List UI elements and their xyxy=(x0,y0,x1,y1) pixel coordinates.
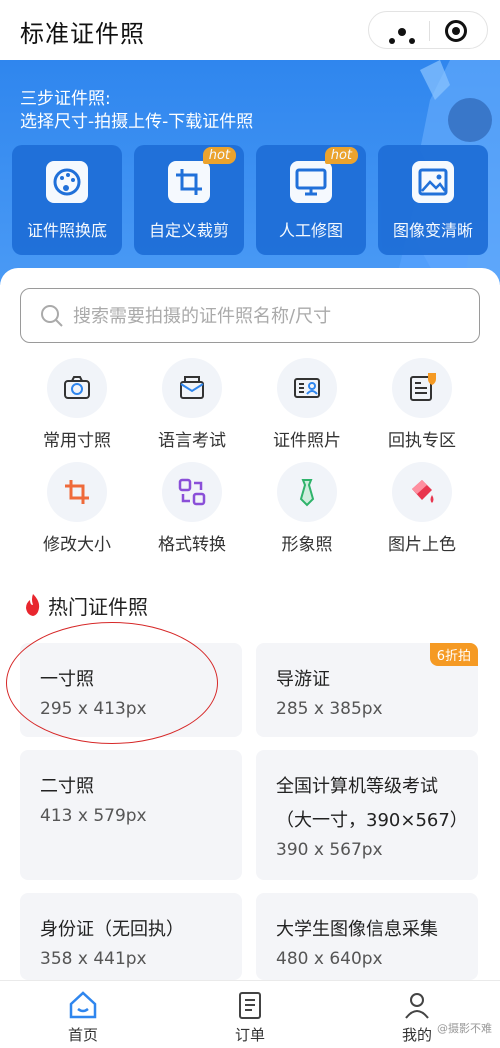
category-label: 语言考试 xyxy=(158,431,226,451)
convert-icon xyxy=(162,462,222,522)
crop-icon xyxy=(47,462,107,522)
category-label: 回执专区 xyxy=(388,431,456,451)
top-bar: 标准证件照 xyxy=(0,0,500,60)
banner-steps-desc: 选择尺寸-拍摄上传-下载证件照 xyxy=(20,112,254,132)
camera-icon xyxy=(47,358,107,418)
photo-type-name: 二寸照 xyxy=(40,776,94,797)
watermark: @摄影不难 xyxy=(437,1022,492,1035)
image-icon xyxy=(412,161,454,203)
monitor-icon xyxy=(290,161,332,203)
hot-section-title: 热门证件照 xyxy=(22,591,148,620)
hero-banner: 三步证件照: 选择尺寸-拍摄上传-下载证件照 证件照换底 hot 自定义裁剪 h… xyxy=(0,60,500,285)
discount-badge: 6折拍 xyxy=(429,643,478,666)
photo-type-name: 身份证（无回执） xyxy=(40,919,184,940)
receipt-icon xyxy=(392,358,452,418)
mini-program-capsule xyxy=(368,11,488,49)
photo-type-card[interactable]: 二寸照 413 x 579px xyxy=(20,750,242,880)
feature-image-enhance[interactable]: 图像变清晰 xyxy=(378,145,488,255)
banner-steps-title: 三步证件照: xyxy=(20,89,111,109)
search-box[interactable] xyxy=(20,288,480,343)
category-colorize[interactable]: 图片上色 xyxy=(372,462,472,562)
feature-manual-retouch[interactable]: hot 人工修图 xyxy=(256,145,366,255)
photo-type-card[interactable]: 身份证（无回执） 358 x 441px xyxy=(20,893,242,980)
search-input[interactable] xyxy=(73,302,463,330)
feature-custom-crop[interactable]: hot 自定义裁剪 xyxy=(134,145,244,255)
photo-type-size: 413 x 579px xyxy=(40,806,147,826)
home-icon xyxy=(69,991,97,1019)
flame-icon xyxy=(26,594,40,616)
category-common-size[interactable]: 常用寸照 xyxy=(27,358,127,458)
hot-title-text: 热门证件照 xyxy=(48,595,148,619)
feature-label: 人工修图 xyxy=(278,221,343,240)
photo-type-size: 390 x 567px xyxy=(276,840,383,860)
category-label: 证件照片 xyxy=(273,431,341,451)
photo-type-name: 导游证 xyxy=(276,669,330,690)
tab-label: 首页 xyxy=(67,1026,98,1044)
photo-type-size: 358 x 441px xyxy=(40,949,147,969)
search-icon xyxy=(41,305,63,327)
category-label: 格式转换 xyxy=(158,535,226,555)
id-card-icon xyxy=(277,358,337,418)
category-label: 常用寸照 xyxy=(43,431,111,451)
order-icon xyxy=(239,992,261,1019)
category-label: 修改大小 xyxy=(43,535,111,555)
photo-type-name: 全国计算机等级考试（大一寸，390×567） xyxy=(276,776,468,831)
hot-badge: hot xyxy=(202,147,236,164)
palette-icon xyxy=(46,161,88,203)
tie-icon xyxy=(277,462,337,522)
mail-icon xyxy=(162,358,222,418)
photo-type-name: 大学生图像信息采集 xyxy=(276,919,438,940)
photo-type-size: 285 x 385px xyxy=(276,699,383,719)
photo-type-size: 480 x 640px xyxy=(276,949,383,969)
category-resize[interactable]: 修改大小 xyxy=(27,462,127,562)
bottom-tab-bar: 首页 订单 我的 xyxy=(0,980,500,1048)
category-label: 图片上色 xyxy=(388,535,456,555)
more-icon[interactable] xyxy=(389,28,419,44)
feature-background-change[interactable]: 证件照换底 xyxy=(12,145,122,255)
tab-orders[interactable]: 订单 xyxy=(167,981,333,1048)
feature-label: 自定义裁剪 xyxy=(148,221,229,240)
feature-label: 图像变清晰 xyxy=(392,221,473,240)
highlight-circle-annotation xyxy=(6,622,218,744)
category-label: 形象照 xyxy=(281,535,333,555)
photo-type-card[interactable]: 大学生图像信息采集 480 x 640px xyxy=(256,893,478,980)
hot-badge: hot xyxy=(324,147,358,164)
category-portrait[interactable]: 形象照 xyxy=(257,462,357,562)
category-receipt[interactable]: 回执专区 xyxy=(372,358,472,458)
tab-mine[interactable]: 我的 xyxy=(334,981,500,1048)
photo-type-card[interactable]: 全国计算机等级考试（大一寸，390×567） 390 x 567px xyxy=(256,750,478,880)
close-target-icon[interactable] xyxy=(445,20,467,42)
capsule-divider xyxy=(429,21,430,41)
tab-home[interactable]: 首页 xyxy=(0,981,166,1048)
page-title: 标准证件照 xyxy=(20,20,145,48)
paint-bucket-icon xyxy=(392,462,452,522)
user-icon xyxy=(405,993,429,1019)
category-language-exam[interactable]: 语言考试 xyxy=(142,358,242,458)
category-id-photo[interactable]: 证件照片 xyxy=(257,358,357,458)
crop-icon xyxy=(168,161,210,203)
category-format-convert[interactable]: 格式转换 xyxy=(142,462,242,562)
tab-label: 订单 xyxy=(234,1026,265,1044)
photo-type-card[interactable]: 导游证 285 x 385px 6折拍 xyxy=(256,643,478,737)
feature-label: 证件照换底 xyxy=(26,221,107,240)
